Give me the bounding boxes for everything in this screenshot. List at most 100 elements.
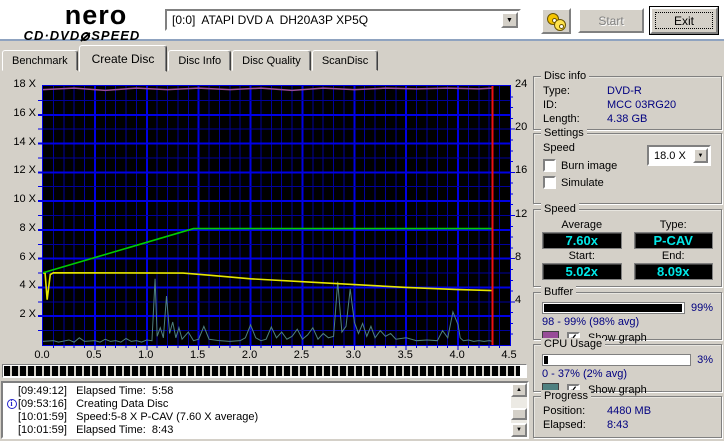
y-axis-left-tick: 14 X — [13, 135, 36, 148]
speed-group: Speed Average Type: 7.60x P-CAV Start: E… — [533, 203, 722, 287]
tab-disc-quality[interactable]: Disc Quality — [232, 50, 311, 71]
speed-title: Speed — [541, 203, 579, 215]
speed-label: Speed — [543, 142, 575, 154]
y-axis-left-tick: 12 X — [13, 164, 36, 177]
speed-dropdown-value: 18.0 X — [654, 149, 686, 162]
log-box: [09:49:12] Elapsed Time: 5:58 i [09:53:16]… — [1, 381, 529, 439]
write-progress-fill — [4, 366, 520, 376]
y-axis-right-tick: 20 — [515, 121, 528, 134]
disc-id-value: MCC 03RG20 — [607, 99, 677, 111]
tab-scandisc[interactable]: ScanDisc — [311, 50, 379, 71]
info-icon: i — [6, 398, 17, 409]
nero-logo: nero CD·DVD SPEED — [6, 2, 158, 43]
exit-button[interactable]: Exit — [649, 6, 719, 35]
log-scrollbar[interactable]: ▲ ▼ — [511, 383, 527, 437]
log-line: [09:49:12] Elapsed Time: 5:58 — [18, 384, 174, 397]
disc-id-row: ID: MCC 03RG20 — [543, 99, 677, 111]
drive-select[interactable]: [0:0] ATAPI DVD A DH20A3P XP5Q ▼ — [165, 9, 521, 31]
disc-length-row: Length: 4.38 GB — [543, 113, 648, 125]
yellow-line-line — [43, 271, 493, 300]
y-axis-left-tick: 4 X — [19, 279, 36, 292]
write-speed-line — [42, 227, 493, 274]
x-axis-tick: 0.0 — [34, 349, 50, 361]
cpu-percent: 3% — [697, 354, 713, 366]
cpu-title: CPU Usage — [541, 338, 606, 350]
scroll-up-icon[interactable]: ▲ — [511, 383, 527, 397]
y-axis-right-tick: 16 — [515, 164, 528, 177]
y-axis-left-tick: 16 X — [13, 106, 36, 119]
x-axis-tick: 3.0 — [345, 349, 361, 361]
x-axis-tick: 2.0 — [241, 349, 258, 361]
settings-group: Settings Speed 18.0 X ▼ Burn image Simul… — [533, 127, 722, 204]
buffer-level-line — [42, 87, 493, 92]
disc-info-title: Disc info — [541, 70, 590, 82]
write-progress-bar — [2, 364, 527, 378]
log-line: i [09:53:16] Creating Data Disc — [5, 397, 511, 410]
write-type-display: P-CAV — [633, 232, 713, 249]
simulate-checkbox[interactable] — [543, 176, 556, 189]
settings-title: Settings — [541, 127, 587, 139]
y-axis-left-tick: 18 X — [13, 78, 36, 90]
chevron-down-icon[interactable]: ▼ — [501, 12, 518, 28]
brand-name: nero — [64, 0, 128, 30]
x-axis-tick: 1.5 — [190, 349, 206, 361]
scrollbar-thumb[interactable] — [511, 407, 527, 420]
buffer-group: Buffer 99% 98 - 99% (98% avg) ✓ Show gra… — [533, 286, 722, 345]
brand-subtitle: CD·DVD SPEED — [23, 28, 141, 43]
tab-create-disc[interactable]: Create Disc — [78, 45, 168, 72]
cpu-range: 0 - 37% (2% avg) — [542, 368, 627, 380]
disc-icon — [80, 32, 92, 41]
x-axis-tick: 4.5 — [501, 349, 517, 361]
simulate-label: Simulate — [561, 176, 604, 189]
start-label: Start: — [568, 250, 595, 262]
scroll-down-icon[interactable]: ▼ — [511, 423, 527, 437]
chart-plot-area — [38, 85, 515, 350]
scrollbar-track[interactable] — [511, 397, 527, 423]
disc-info-group: Disc info Type: DVD-R ID: MCC 03RG20 Len… — [533, 70, 722, 130]
log-lines: [09:49:12] Elapsed Time: 5:58 i [09:53:16]… — [3, 383, 511, 437]
toolbar: nero CD·DVD SPEED [0:0] ATAPI DVD A DH20A… — [0, 0, 724, 43]
position-value: 4480 MB — [607, 405, 652, 417]
y-axis-right-tick: 24 — [515, 78, 528, 90]
speed-dropdown[interactable]: 18.0 X ▼ — [647, 145, 711, 166]
log-line: [10:01:59] Speed:5-8 X P-CAV (7.60 X ave… — [18, 410, 259, 423]
y-axis-left-tick: 6 X — [19, 250, 36, 263]
y-axis-left-tick: 2 X — [19, 308, 36, 321]
tab-disc-info[interactable]: Disc Info — [168, 50, 232, 71]
cpu-show-graph-label: Show graph — [588, 384, 647, 396]
disc-length-value: 4.38 GB — [607, 113, 648, 125]
buffer-range: 98 - 99% (98% avg) — [542, 316, 640, 328]
buffer-title: Buffer — [541, 286, 577, 298]
burn-image-label: Burn image — [561, 159, 618, 172]
x-axis-tick: 1.0 — [138, 349, 154, 361]
elapsed-value: 8:43 — [607, 419, 629, 431]
progress-group: Progress Position: 4480 MB Elapsed: 8:43 — [533, 390, 722, 438]
disc-type-value: DVD-R — [607, 85, 642, 97]
y-axis-left-tick: 10 X — [13, 193, 36, 206]
x-axis-tick: 4.0 — [449, 349, 465, 361]
burn-image-checkbox[interactable] — [543, 159, 556, 172]
buffer-meter — [542, 302, 685, 314]
chevron-down-icon[interactable]: ▼ — [693, 148, 708, 163]
burn-options-button[interactable] — [541, 8, 571, 34]
cpu-meter — [542, 354, 692, 366]
drive-select-value: [0:0] ATAPI DVD A DH20A3P XP5Q — [172, 13, 369, 27]
start-speed-display: 5.02x — [542, 263, 622, 280]
x-axis-tick: 3.5 — [397, 349, 413, 361]
x-axis-tick: 0.5 — [86, 349, 102, 361]
y-axis-right-tick: 8 — [515, 250, 522, 263]
average-speed-display: 7.60x — [542, 232, 622, 249]
y-axis-right-tick: 12 — [515, 207, 528, 220]
cpu-group: CPU Usage 3% 0 - 37% (2% avg) ✓ Show gra… — [533, 338, 722, 397]
progress-title: Progress — [541, 390, 592, 402]
app-window: nero CD·DVD SPEED [0:0] ATAPI DVD A DH20A… — [0, 0, 724, 441]
y-axis-right-tick: 4 — [515, 293, 522, 306]
x-axis-tick: 2.5 — [293, 349, 310, 361]
elapsed-label: Elapsed: — [543, 419, 586, 431]
start-button[interactable]: Start — [578, 8, 644, 33]
position-label: Position: — [543, 405, 586, 417]
tab-benchmark[interactable]: Benchmark — [2, 50, 78, 71]
type-label: Type: — [659, 219, 687, 231]
y-axis-left-tick: 8 X — [19, 221, 36, 234]
buffer-percent: 99% — [690, 302, 713, 314]
